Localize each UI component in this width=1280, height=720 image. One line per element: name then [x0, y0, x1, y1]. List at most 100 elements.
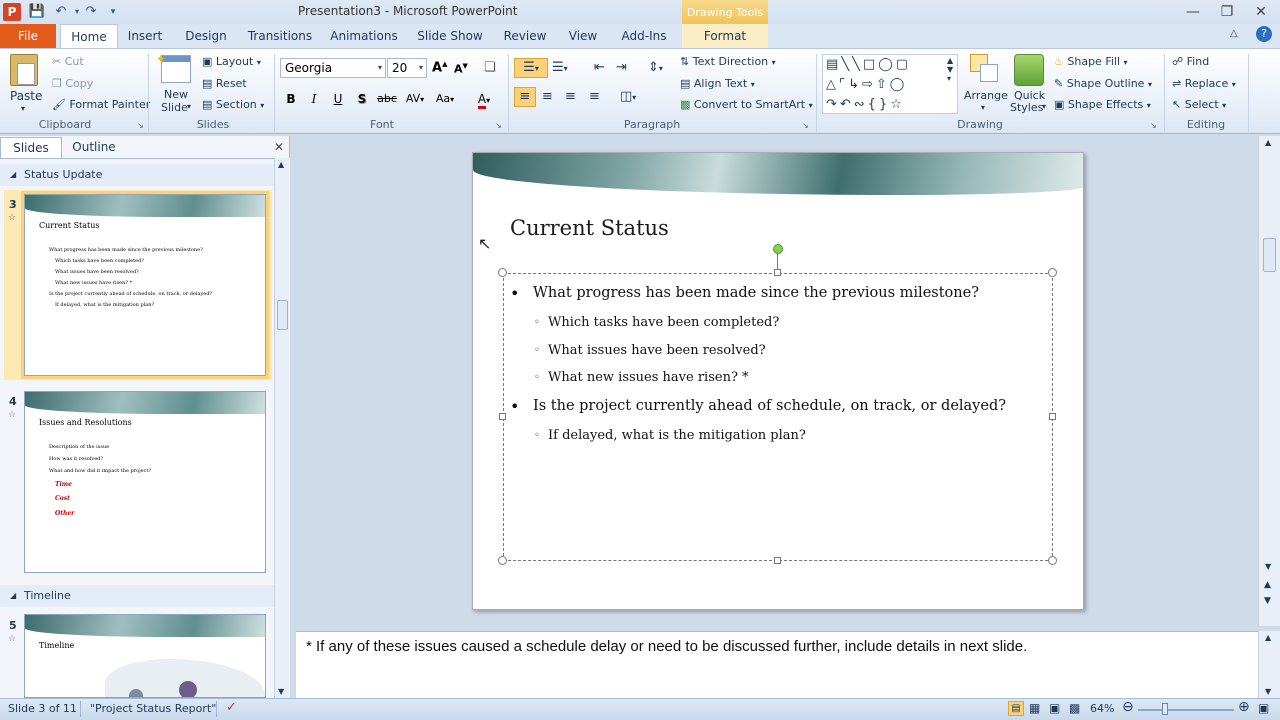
tab-home[interactable]: Home — [60, 24, 118, 48]
quick-styles-label-2[interactable]: Styles — [1010, 101, 1043, 114]
tab-slide-show[interactable]: Slide Show — [414, 24, 486, 48]
align-center-icon[interactable]: ≡ — [542, 89, 553, 104]
decrease-indent-icon[interactable]: ⇤ — [594, 60, 605, 75]
notes-text[interactable]: * If any of these issues caused a schedu… — [306, 638, 1027, 655]
powerpoint-logo-icon[interactable]: P — [3, 3, 21, 21]
resize-handle-bottom-left[interactable] — [498, 556, 507, 565]
section-button[interactable]: ▤ Section ▾ — [202, 98, 264, 111]
minimize-ribbon-icon[interactable]: △ — [1230, 28, 1238, 39]
bullet-text[interactable]: What new issues have risen? * — [548, 370, 749, 385]
resize-handle-bottom-right[interactable] — [1048, 556, 1057, 565]
scroll-thumb[interactable] — [1263, 238, 1276, 272]
section-header-status-update[interactable]: ◢ Status Update — [0, 164, 276, 186]
new-slide-icon[interactable]: ✦ — [156, 52, 191, 83]
slide-thumbnail-3[interactable]: Current Status What progress has been ma… — [24, 194, 266, 376]
new-slide-dropdown-icon[interactable]: ▾ — [187, 102, 191, 111]
slide-sorter-icon[interactable]: ▦ — [1029, 701, 1040, 715]
redo-icon[interactable]: ↷ — [82, 3, 100, 21]
shape-effects-button[interactable]: ▣ Shape Effects ▾ — [1054, 98, 1151, 111]
transition-star-icon[interactable]: ☆ — [8, 213, 16, 223]
arrange-button[interactable]: Arrange — [964, 89, 1008, 102]
align-right-icon[interactable]: ≡ — [565, 89, 576, 104]
paste-button[interactable]: Paste — [10, 89, 42, 103]
help-icon[interactable]: ? — [1256, 26, 1272, 42]
quick-styles-icon[interactable] — [1014, 54, 1044, 86]
cut-button[interactable]: ✂ Cut — [52, 55, 84, 68]
font-family-combo[interactable]: Georgia ▾ — [280, 58, 386, 78]
tab-transitions[interactable]: Transitions — [244, 24, 316, 48]
paragraph-launcher-icon[interactable]: ↘ — [802, 121, 809, 130]
char-spacing-icon[interactable]: AV▾ — [402, 90, 428, 108]
tab-file[interactable]: File — [0, 24, 56, 48]
section-header-timeline[interactable]: ◢ Timeline — [0, 585, 276, 607]
columns-icon[interactable]: ◫▾ — [620, 89, 636, 104]
zoom-out-icon[interactable]: ⊖ — [1122, 699, 1134, 715]
customize-qat-icon[interactable]: ▾ — [104, 3, 122, 21]
spell-check-icon[interactable]: ✓ — [226, 700, 237, 715]
rotation-handle[interactable] — [773, 244, 783, 254]
bullet-text[interactable]: If delayed, what is the mitigation plan? — [548, 428, 806, 443]
font-color-icon[interactable]: A▾ — [472, 90, 496, 109]
select-button[interactable]: ↖ Select ▾ — [1172, 98, 1226, 111]
fit-slide-icon[interactable]: ▣ — [1258, 701, 1269, 715]
zoom-level[interactable]: 64% — [1090, 702, 1114, 715]
shadow-icon[interactable]: S — [353, 90, 371, 108]
find-button[interactable]: ☍ Find — [1172, 55, 1209, 68]
zoom-slider[interactable] — [1138, 703, 1234, 715]
italic-icon[interactable]: I — [305, 90, 323, 108]
increase-indent-icon[interactable]: ⇥ — [616, 60, 627, 75]
bullet-text[interactable]: What progress has been made since the pr… — [533, 285, 979, 301]
grow-font-icon[interactable]: A▲ — [432, 60, 447, 75]
tab-design[interactable]: Design — [180, 24, 232, 48]
slide-thumbnail-4[interactable]: Issues and Resolutions Description of th… — [24, 391, 266, 573]
scroll-up-icon[interactable]: ▲ — [1265, 138, 1271, 147]
scroll-down-icon[interactable]: ▼ — [1265, 562, 1271, 571]
shapes-scroll-icon[interactable]: ▲ ▼ ▾ — [947, 56, 953, 83]
tab-insert[interactable]: Insert — [122, 24, 168, 48]
copy-button[interactable]: ❐ Copy — [52, 77, 93, 90]
convert-smartart-button[interactable]: ▩ Convert to SmartArt ▾ — [680, 98, 813, 111]
previous-slide-icon[interactable]: ▲ — [1264, 580, 1271, 590]
scroll-up-icon[interactable]: ▲ — [1265, 633, 1271, 642]
zoom-in-icon[interactable]: ⊕ — [1238, 699, 1250, 715]
shape-fill-button[interactable]: ♨ Shape Fill ▾ — [1054, 55, 1128, 68]
tab-animations[interactable]: Animations — [328, 24, 400, 48]
strikethrough-icon[interactable]: abc — [376, 90, 398, 108]
bold-icon[interactable]: B — [282, 90, 300, 108]
resize-handle-right[interactable] — [1049, 413, 1056, 420]
clipboard-launcher-icon[interactable]: ↘ — [137, 121, 144, 130]
tab-view[interactable]: View — [562, 24, 604, 48]
align-left-icon[interactable]: ≡ — [514, 87, 536, 107]
clear-formatting-icon[interactable]: ❏ — [484, 60, 496, 75]
scroll-up-icon[interactable]: ▲ — [278, 160, 284, 169]
editor-scrollbar[interactable]: ▲ ▼ ▲ ▼ — [1258, 136, 1280, 626]
shrink-font-icon[interactable]: A▼ — [454, 62, 468, 76]
paste-icon[interactable] — [10, 54, 38, 86]
bullet-text[interactable]: Is the project currently ahead of schedu… — [533, 398, 1006, 414]
new-slide-label-2[interactable]: Slide — [161, 101, 188, 114]
shape-outline-button[interactable]: ✎ Shape Outline ▾ — [1054, 77, 1152, 90]
slide-show-icon[interactable]: ▩ — [1069, 701, 1080, 715]
arrange-icon[interactable] — [970, 54, 1000, 84]
close-icon[interactable]: ✕ — [1246, 2, 1276, 22]
font-launcher-icon[interactable]: ↘ — [495, 121, 502, 130]
tab-slides-pane[interactable]: Slides — [0, 137, 62, 158]
bullet-text[interactable]: Which tasks have been completed? — [548, 315, 779, 330]
replace-button[interactable]: ⇌ Replace ▾ — [1172, 77, 1236, 90]
minimize-icon[interactable]: — — [1178, 2, 1208, 22]
scroll-down-icon[interactable]: ▼ — [1265, 687, 1271, 696]
resize-handle-top-right[interactable] — [1048, 268, 1057, 277]
slide-thumbnail-5[interactable]: Timeline — [24, 614, 266, 698]
resize-handle-top-left[interactable] — [498, 268, 507, 277]
tab-format[interactable]: Format — [682, 24, 768, 48]
resize-handle-left[interactable] — [499, 413, 506, 420]
reset-button[interactable]: ▤ Reset — [202, 77, 247, 90]
reading-view-icon[interactable]: ▣ — [1049, 701, 1060, 715]
shapes-gallery[interactable]: ▤╲╲□◯▢ △⌜↳⇨⇧◯ ↷↶∾{}☆ — [822, 54, 958, 114]
close-pane-icon[interactable]: ✕ — [274, 140, 284, 154]
numbering-icon[interactable]: ☰▾ — [552, 60, 568, 75]
restore-icon[interactable]: ❐ — [1212, 2, 1242, 22]
transition-star-icon[interactable]: ☆ — [8, 634, 16, 644]
justify-icon[interactable]: ≡ — [589, 89, 600, 104]
next-slide-icon[interactable]: ▼ — [1264, 596, 1271, 606]
